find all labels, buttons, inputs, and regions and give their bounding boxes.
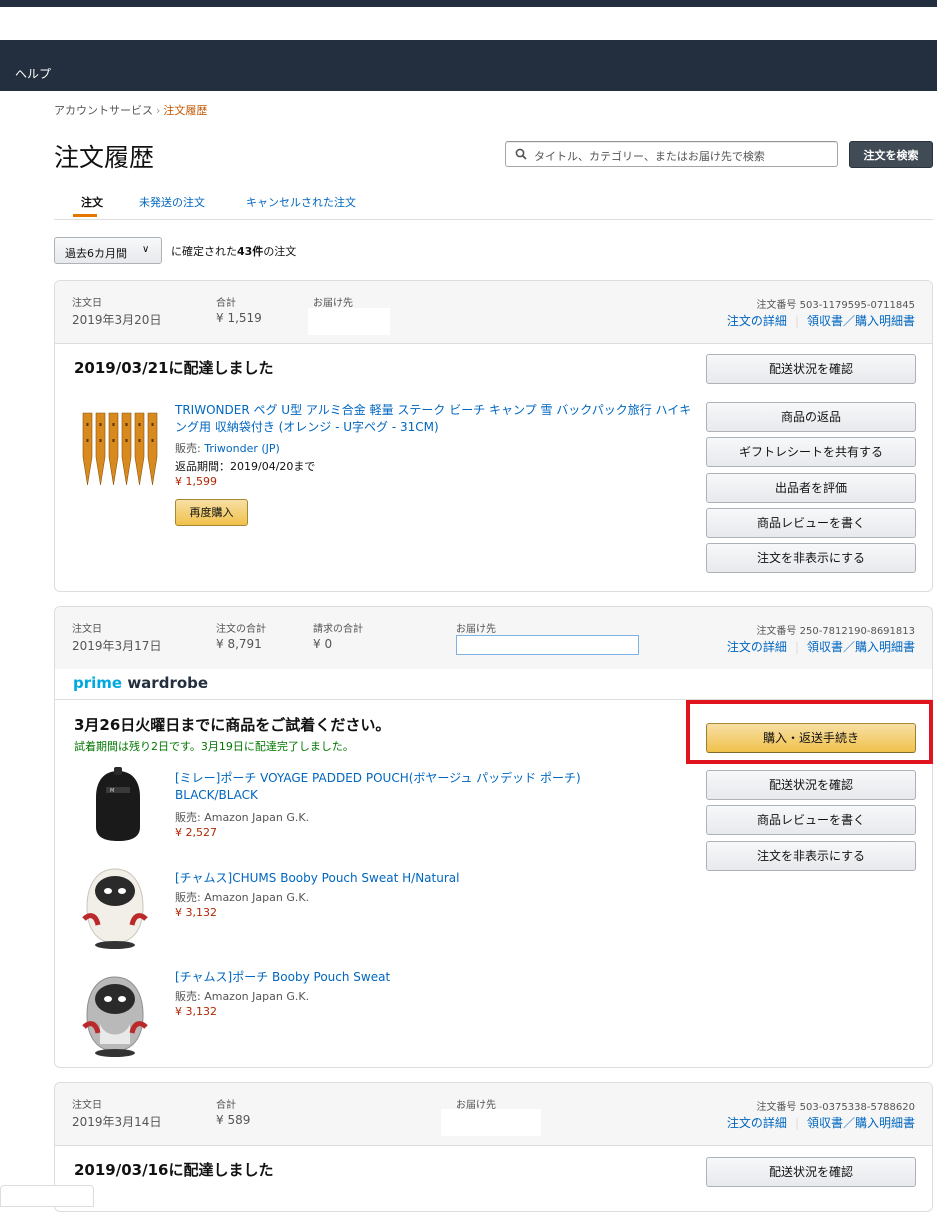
order-number: 注文番号 503-1179595-0711845 [756, 300, 915, 311]
prime-wardrobe-banner: prime wardrobe [55, 669, 932, 700]
active-tab-indicator [73, 214, 97, 217]
top-strip [0, 0, 937, 7]
product-title-link[interactable]: [チャムス]CHUMS Booby Pouch Sweat H/Natural [175, 870, 635, 887]
order-number: 注文番号 250-7812190-8691813 [756, 626, 915, 637]
prime-wardrobe-logo: prime wardrobe [73, 674, 209, 692]
order-details-link[interactable]: 注文の詳細 [727, 640, 787, 654]
try-on-status: 3月26日火曜日までに商品をご試着ください。 [74, 716, 391, 734]
write-review-button[interactable]: 商品レビューを書く [706, 508, 916, 538]
hide-order-button[interactable]: 注文を非表示にする [706, 841, 916, 871]
order-date-label: 注文日 [72, 298, 102, 309]
seller-feedback-button[interactable]: 出品者を評価 [706, 473, 916, 503]
product-seller: 販売: Triwonder (JP) [175, 442, 280, 455]
order-date-label: 注文日 [72, 1100, 102, 1111]
order-links: 注文の詳細 | 領収書／購入明細書 [726, 314, 915, 328]
booby-pouch-grey-image[interactable] [80, 969, 150, 1059]
highlight-box [686, 700, 933, 764]
order-header: 注文日 2019年3月20日 合計 ¥ 1,519 お届け先 注文番号 503-… [55, 281, 932, 344]
track-package-button[interactable]: 配送状況を確認 [706, 770, 916, 800]
product-price: ¥ 2,527 [175, 826, 217, 839]
order-card: 注文日 2019年3月14日 合計 ¥ 589 お届け先 注文番号 503-03… [54, 1082, 933, 1212]
breadcrumb-current: 注文履歴 [163, 104, 208, 117]
ship-to-label: お届け先 [456, 624, 496, 635]
order-total-label: 合計 [216, 1100, 236, 1111]
tab-orders[interactable]: 注文 [81, 194, 103, 210]
product-price: ¥ 3,132 [175, 1005, 217, 1018]
pouch-black-image[interactable]: M [88, 765, 148, 845]
track-package-button[interactable]: 配送状況を確認 [706, 1157, 916, 1187]
search-icon [515, 148, 527, 160]
period-select-value: 過去6カ月間 [65, 247, 127, 260]
order-details-link[interactable]: 注文の詳細 [727, 314, 787, 328]
help-link[interactable]: ヘルプ [15, 65, 51, 82]
order-total: ¥ 589 [216, 1113, 251, 1127]
product-seller: 販売: Amazon Japan G.K. [175, 891, 310, 904]
order-total-label: 注文の合計 [216, 624, 266, 635]
try-on-substatus: 試着期間は残り2日です。3月19日に配達完了しました。 [74, 740, 354, 753]
share-gift-receipt-button[interactable]: ギフトレシートを共有する [706, 437, 916, 467]
product-title-link[interactable]: [ミレー]ポーチ VOYAGE PADDED POUCH(ボヤージュ パッデッド… [175, 770, 635, 804]
seller-link[interactable]: Triwonder (JP) [204, 442, 280, 455]
receipt-link[interactable]: 領収書／購入明細書 [807, 314, 915, 328]
order-tabs: 注文 未発送の注文 キャンセルされた注文 [54, 194, 933, 220]
period-select[interactable]: 過去6カ月間 ∨ [54, 237, 162, 264]
product-title-link[interactable]: [チャムス]ポーチ Booby Pouch Sweat [175, 969, 635, 986]
delivery-status: 2019/03/16に配達しました [74, 1161, 274, 1179]
order-number: 注文番号 503-0375338-5788620 [756, 1102, 915, 1113]
write-review-button[interactable]: 商品レビューを書く [706, 805, 916, 835]
breadcrumb-separator: › [156, 104, 161, 117]
svg-text:M: M [110, 788, 114, 794]
delivery-status: 2019/03/21に配達しました [74, 359, 274, 377]
ship-to-redacted[interactable] [456, 635, 639, 655]
order-header: 注文日 2019年3月14日 合計 ¥ 589 お届け先 注文番号 503-03… [55, 1083, 932, 1146]
order-card: 注文日 2019年3月17日 注文の合計 ¥ 8,791 請求の合計 ¥ 0 お… [54, 606, 933, 1068]
order-links: 注文の詳細 | 領収書／購入明細書 [726, 640, 915, 654]
receipt-link[interactable]: 領収書／購入明細書 [807, 640, 915, 654]
peg-product-image[interactable] [80, 409, 158, 489]
search-orders-button[interactable]: 注文を検索 [849, 141, 933, 168]
tab-cancelled-orders[interactable]: キャンセルされた注文 [246, 194, 356, 210]
order-date-label: 注文日 [72, 624, 102, 635]
order-links: 注文の詳細 | 領収書／購入明細書 [726, 1116, 915, 1130]
booby-pouch-natural-image[interactable] [80, 861, 150, 951]
product-seller: 販売: Amazon Japan G.K. [175, 811, 310, 824]
hide-order-button[interactable]: 注文を非表示にする [706, 543, 916, 573]
track-package-button[interactable]: 配送状況を確認 [706, 354, 916, 384]
product-price: ¥ 1,599 [175, 475, 217, 488]
product-price: ¥ 3,132 [175, 906, 217, 919]
search-input[interactable]: タイトル、カテゴリー、またはお届け先で検索 [505, 141, 838, 167]
return-window: 返品期間：2019/04/20まで [175, 460, 316, 473]
order-date: 2019年3月17日 [72, 639, 162, 653]
charge-total-label: 請求の合計 [313, 624, 363, 635]
ship-to-redacted [441, 1109, 541, 1136]
order-total-label: 合計 [216, 298, 236, 309]
product-title-link[interactable]: TRIWONDER ペグ U型 アルミ合金 軽量 ステーク ビーチ キャンプ 雪… [175, 402, 695, 436]
order-total: ¥ 8,791 [216, 637, 262, 651]
buy-again-button[interactable]: 再度購入 [175, 499, 248, 526]
chevron-down-icon: ∨ [142, 244, 150, 255]
order-date: 2019年3月14日 [72, 1115, 162, 1129]
search-placeholder: タイトル、カテゴリー、またはお届け先で検索 [534, 150, 765, 163]
order-header: 注文日 2019年3月17日 注文の合計 ¥ 8,791 請求の合計 ¥ 0 お… [55, 607, 932, 670]
product-seller: 販売: Amazon Japan G.K. [175, 990, 310, 1003]
order-total: ¥ 1,519 [216, 311, 262, 325]
ship-to-label: お届け先 [313, 298, 353, 309]
order-card: 注文日 2019年3月20日 合計 ¥ 1,519 お届け先 注文番号 503-… [54, 280, 933, 592]
receipt-link[interactable]: 領収書／購入明細書 [807, 1116, 915, 1130]
page-title: 注文履歴 [54, 143, 155, 172]
return-items-button[interactable]: 商品の返品 [706, 402, 916, 432]
breadcrumb: アカウントサービス › 注文履歴 [54, 102, 207, 118]
order-date: 2019年3月20日 [72, 313, 162, 327]
order-details-link[interactable]: 注文の詳細 [727, 1116, 787, 1130]
bottom-tab[interactable] [0, 1185, 94, 1207]
ship-to-redacted [308, 308, 390, 335]
nav-bar [0, 40, 937, 91]
tab-open-orders[interactable]: 未発送の注文 [139, 194, 205, 210]
charge-total: ¥ 0 [313, 637, 333, 651]
breadcrumb-account-link[interactable]: アカウントサービス [54, 104, 153, 117]
order-count-text: に確定された43件の注文 [171, 245, 297, 258]
